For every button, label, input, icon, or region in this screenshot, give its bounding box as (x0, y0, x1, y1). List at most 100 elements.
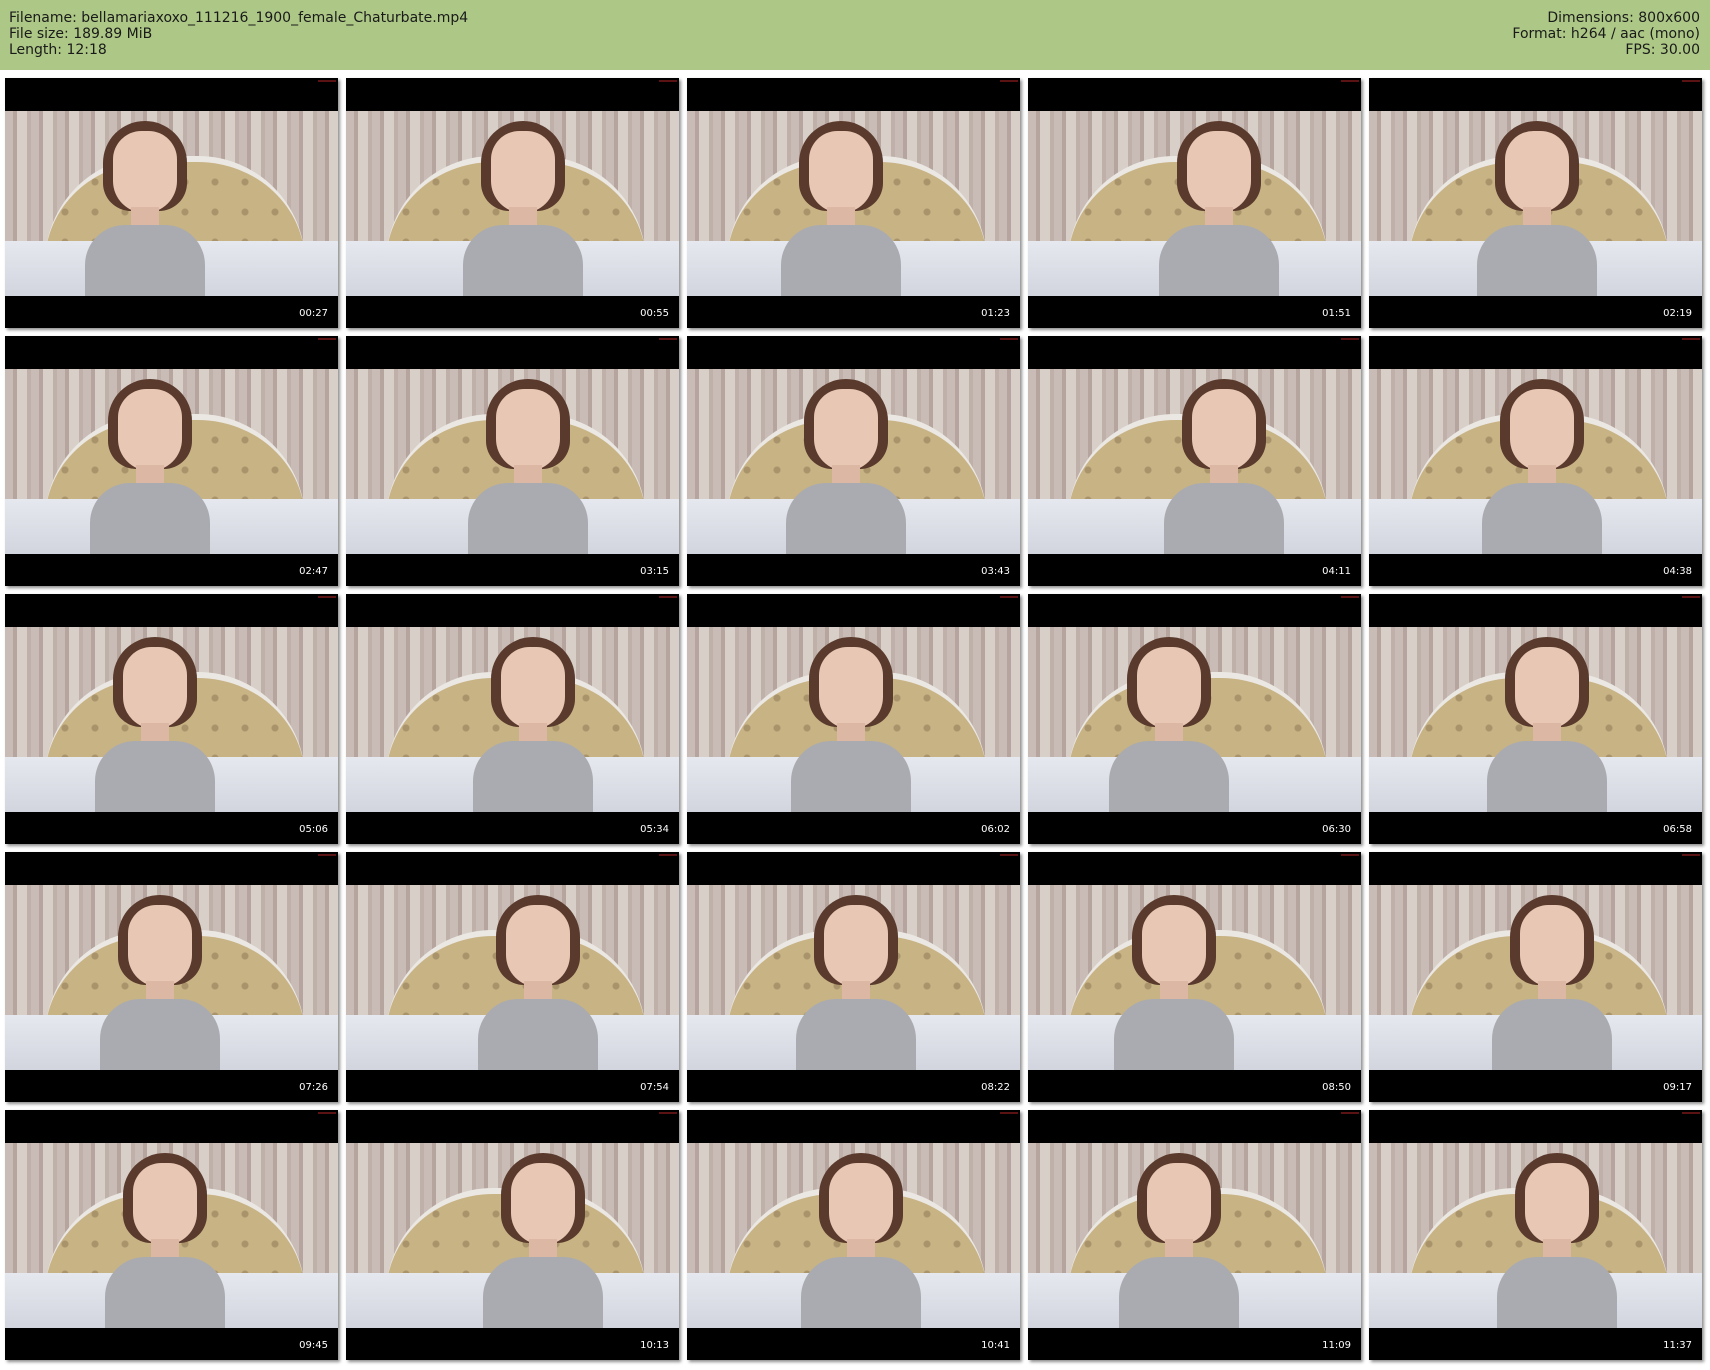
video-frame-image (687, 1143, 1020, 1328)
filename-text: Filename: bellamariaxoxo_111216_1900_fem… (9, 10, 469, 26)
person (791, 637, 911, 812)
person (801, 1153, 921, 1328)
person-face (1505, 131, 1569, 213)
video-frame-image (346, 885, 679, 1070)
person (1482, 379, 1602, 554)
person-face (829, 1163, 893, 1245)
video-thumbnail[interactable]: 02:47 (5, 336, 338, 586)
person (786, 379, 906, 554)
video-thumbnail[interactable]: 06:02 (687, 594, 1020, 844)
video-thumbnail[interactable]: 02:19 (1369, 78, 1702, 328)
timestamp-label: 07:54 (640, 1082, 669, 1093)
recording-indicator (1341, 1112, 1359, 1114)
video-thumbnail[interactable]: 03:15 (346, 336, 679, 586)
video-frame-image (346, 1143, 679, 1328)
person (463, 121, 583, 296)
timestamp-label: 06:02 (981, 824, 1010, 835)
person-torso (1159, 225, 1279, 296)
recording-indicator (318, 596, 336, 598)
person (1119, 1153, 1239, 1328)
video-thumbnail[interactable]: 11:37 (1369, 1110, 1702, 1360)
video-thumbnail[interactable]: 00:55 (346, 78, 679, 328)
recording-indicator (1341, 854, 1359, 856)
person-torso (105, 1257, 225, 1328)
person-face (824, 905, 888, 987)
video-thumbnail[interactable]: 09:17 (1369, 852, 1702, 1102)
person (1492, 895, 1612, 1070)
video-thumbnail[interactable]: 03:43 (687, 336, 1020, 586)
person-torso (1492, 999, 1612, 1070)
video-frame-image (1028, 369, 1361, 554)
recording-indicator (318, 338, 336, 340)
recording-indicator (659, 338, 677, 340)
video-frame-image (1369, 111, 1702, 296)
video-thumbnail[interactable]: 08:50 (1028, 852, 1361, 1102)
video-thumbnail[interactable]: 09:45 (5, 1110, 338, 1360)
person (781, 121, 901, 296)
recording-indicator (318, 1112, 336, 1114)
recording-indicator (1000, 596, 1018, 598)
person-torso (473, 741, 593, 812)
person (1477, 121, 1597, 296)
person-face (814, 389, 878, 471)
person-face (1147, 1163, 1211, 1245)
person-torso (1482, 483, 1602, 554)
person-face (1515, 647, 1579, 729)
recording-indicator (659, 1112, 677, 1114)
recording-indicator (1341, 338, 1359, 340)
video-frame-image (5, 111, 338, 296)
person-face (1192, 389, 1256, 471)
person (105, 1153, 225, 1328)
person-torso (791, 741, 911, 812)
video-frame-image (1369, 369, 1702, 554)
video-frame-image (687, 885, 1020, 1070)
recording-indicator (1000, 1112, 1018, 1114)
recording-indicator (659, 854, 677, 856)
video-thumbnail[interactable]: 07:26 (5, 852, 338, 1102)
timestamp-label: 10:13 (640, 1340, 669, 1351)
timestamp-label: 06:58 (1663, 824, 1692, 835)
video-thumbnail[interactable]: 10:41 (687, 1110, 1020, 1360)
video-thumbnail[interactable]: 01:23 (687, 78, 1020, 328)
person (1497, 1153, 1617, 1328)
video-thumbnail[interactable]: 05:06 (5, 594, 338, 844)
video-thumbnail[interactable]: 01:51 (1028, 78, 1361, 328)
video-thumbnail[interactable]: 06:30 (1028, 594, 1361, 844)
person-face (118, 389, 182, 471)
video-thumbnail[interactable]: 10:13 (346, 1110, 679, 1360)
video-thumbnail[interactable]: 11:09 (1028, 1110, 1361, 1360)
video-frame-image (346, 369, 679, 554)
timestamp-label: 04:38 (1663, 566, 1692, 577)
recording-indicator (1341, 596, 1359, 598)
person (90, 379, 210, 554)
video-thumbnail[interactable]: 07:54 (346, 852, 679, 1102)
video-thumbnail[interactable]: 06:58 (1369, 594, 1702, 844)
video-thumbnail[interactable]: 00:27 (5, 78, 338, 328)
recording-indicator (659, 80, 677, 82)
video-thumbnail[interactable]: 08:22 (687, 852, 1020, 1102)
person-torso (478, 999, 598, 1070)
recording-indicator (1000, 80, 1018, 82)
person-torso (95, 741, 215, 812)
video-frame-image (687, 627, 1020, 812)
timestamp-label: 01:23 (981, 308, 1010, 319)
video-thumbnail[interactable]: 04:38 (1369, 336, 1702, 586)
person-torso (781, 225, 901, 296)
timestamp-label: 07:26 (299, 1082, 328, 1093)
person-face (1137, 647, 1201, 729)
video-frame-image (1028, 111, 1361, 296)
timestamp-label: 06:30 (1322, 824, 1351, 835)
person-face (1510, 389, 1574, 471)
person (1114, 895, 1234, 1070)
person (478, 895, 598, 1070)
video-thumbnail[interactable]: 04:11 (1028, 336, 1361, 586)
video-frame-image (1028, 1143, 1361, 1328)
recording-indicator (1000, 854, 1018, 856)
length-text: Length: 12:18 (9, 42, 107, 58)
person-torso (786, 483, 906, 554)
recording-indicator (1682, 80, 1700, 82)
person-face (511, 1163, 575, 1245)
recording-indicator (1682, 854, 1700, 856)
video-thumbnail[interactable]: 05:34 (346, 594, 679, 844)
person-torso (100, 999, 220, 1070)
